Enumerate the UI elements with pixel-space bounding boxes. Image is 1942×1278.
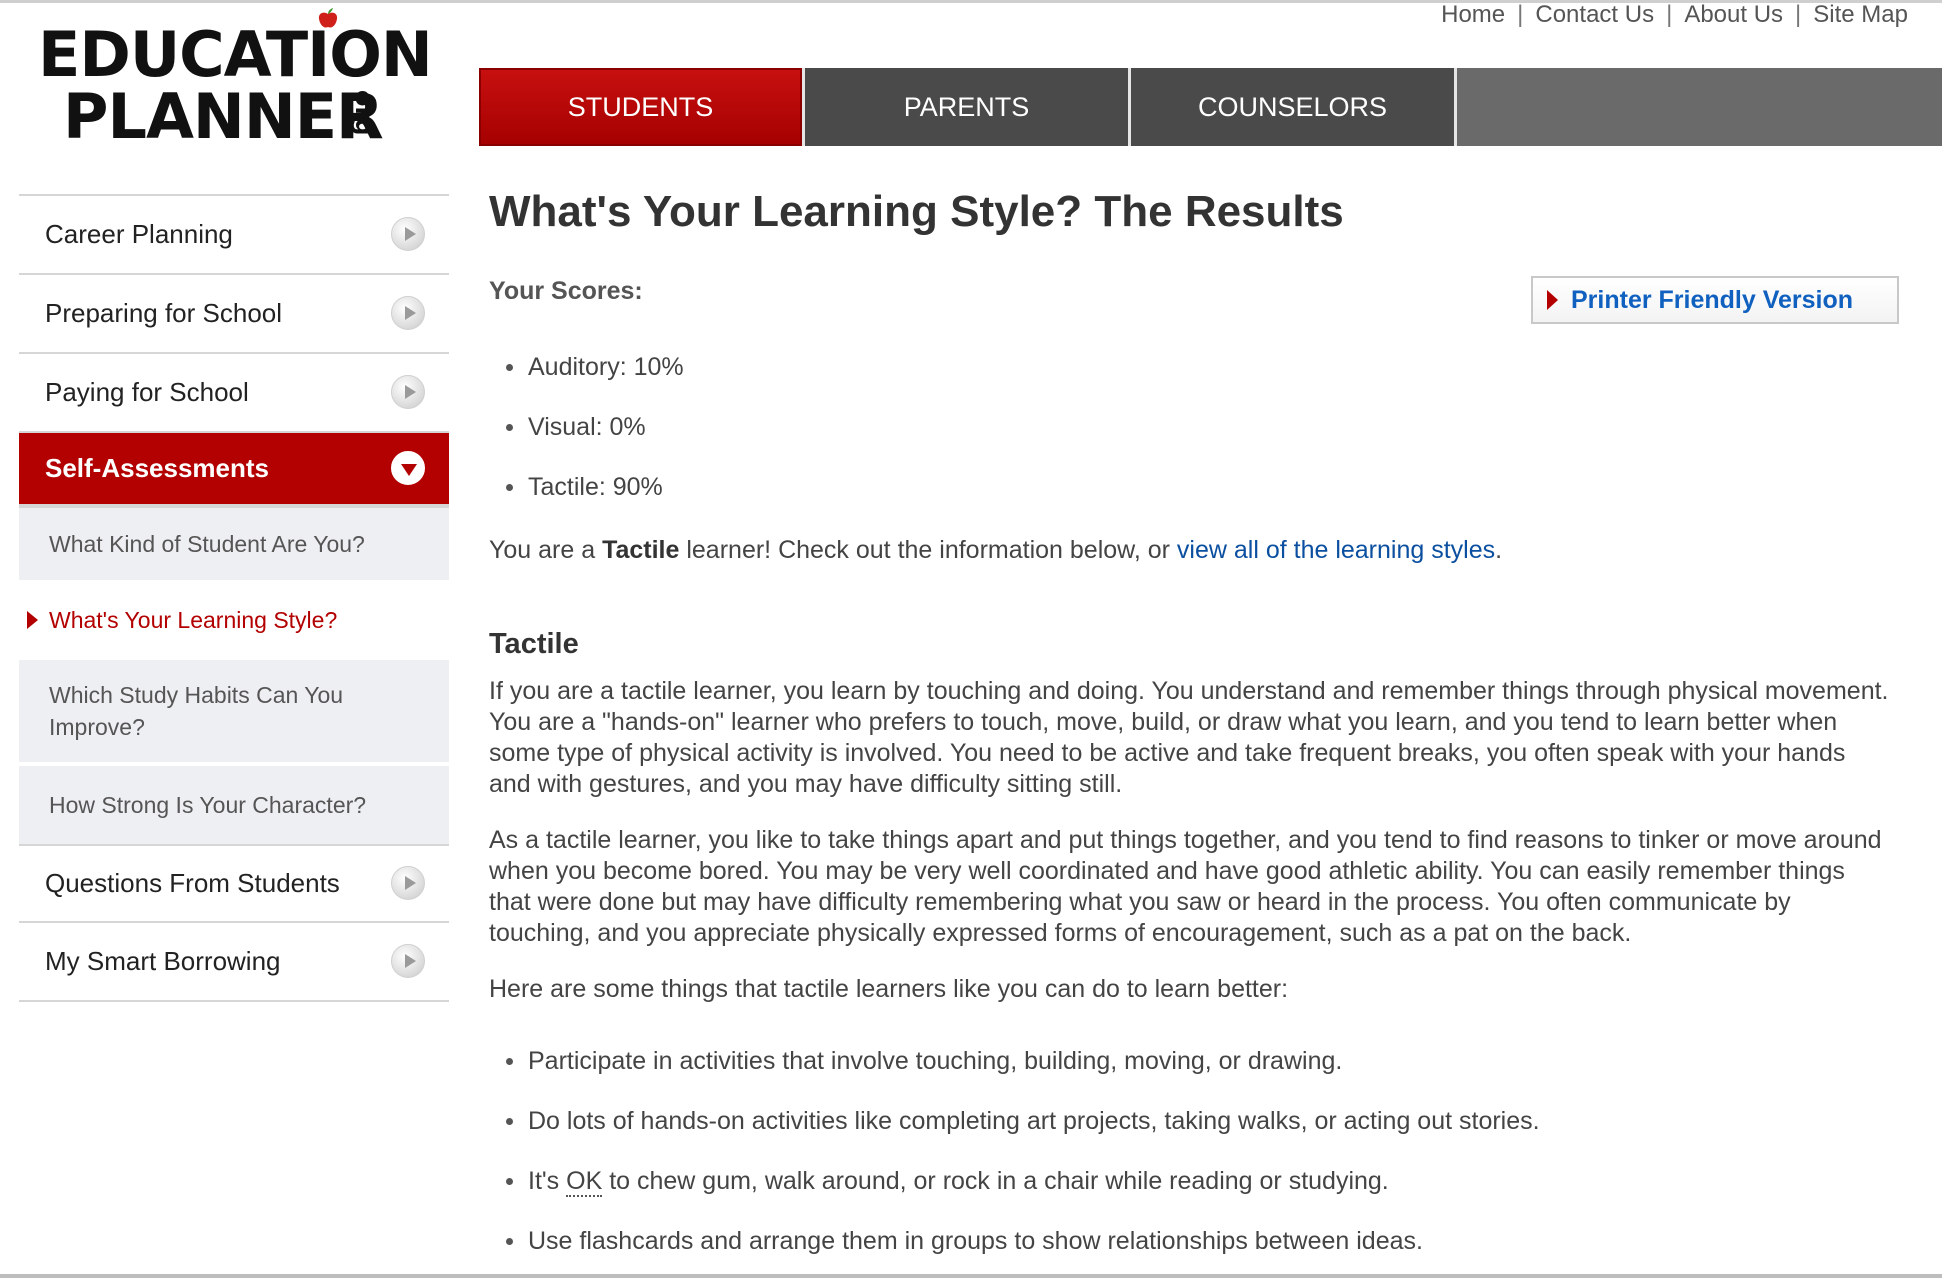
tips-list: Participate in activities that involve t…	[489, 1031, 1540, 1271]
sidebar-nav: Career Planning Preparing for School Pay…	[19, 194, 449, 1002]
sidebar-subitem-label: How Strong Is Your Character?	[49, 792, 367, 818]
chevron-down-icon	[391, 450, 425, 485]
main-tabs: STUDENTS PARENTS COUNSELORS	[479, 68, 1942, 146]
printer-friendly-button[interactable]: Printer Friendly Version	[1531, 276, 1899, 324]
sidebar-item-label: Questions From Students	[45, 868, 340, 898]
sidebar-item-label: Career Planning	[45, 219, 233, 249]
sidebar-item-label: Self-Assessments	[45, 453, 269, 483]
result-middle: learner! Check out the information below…	[679, 536, 1177, 564]
chevron-right-icon	[391, 865, 425, 900]
tip-prefix: It's	[528, 1167, 567, 1195]
sidebar-item-self-assessments[interactable]: Self-Assessments	[19, 433, 449, 508]
sidebar-item-questions-from-students[interactable]: Questions From Students	[19, 844, 449, 923]
sidebar-subitem-label: What's Your Learning Style?	[49, 607, 338, 633]
chevron-right-icon	[391, 374, 425, 409]
logo-text-education: EDUCATION	[38, 18, 433, 91]
site-map-link[interactable]: Site Map	[1813, 1, 1908, 29]
view-all-learning-styles-link[interactable]: view all of the learning styles	[1177, 536, 1495, 564]
utility-nav: Home | Contact Us | About Us | Site Map	[1441, 0, 1908, 30]
chevron-right-icon	[391, 216, 425, 251]
score-item-tactile: Tactile: 90%	[489, 457, 684, 517]
result-suffix: .	[1495, 536, 1503, 564]
separator: |	[1666, 1, 1673, 28]
tab-students[interactable]: STUDENTS	[479, 68, 805, 146]
logo-text-planner: PLANNER	[63, 80, 384, 153]
ok-abbreviation[interactable]: OK	[566, 1167, 603, 1197]
site-logo[interactable]: EDUCATION PLANNER org	[38, 8, 438, 153]
separator: |	[1517, 1, 1524, 28]
section-heading: Tactile	[489, 628, 579, 660]
sidebar-subitem-what-kind-of-student[interactable]: What Kind of Student Are You?	[19, 508, 449, 584]
result-prefix: You are a	[489, 536, 603, 564]
sidebar-item-my-smart-borrowing[interactable]: My Smart Borrowing	[19, 923, 449, 1002]
printer-friendly-label: Printer Friendly Version	[1571, 285, 1854, 314]
sidebar-item-label: Preparing for School	[45, 298, 283, 328]
sidebar-item-label: My Smart Borrowing	[45, 946, 281, 976]
tip-item: Do lots of hands-on activities like comp…	[489, 1091, 1540, 1151]
logo-text-org: org	[350, 90, 378, 136]
sidebar-item-career-planning[interactable]: Career Planning	[19, 196, 449, 275]
play-arrow-icon	[1547, 290, 1558, 310]
result-type: Tactile	[602, 536, 680, 564]
tab-parents[interactable]: PARENTS	[805, 68, 1131, 146]
chevron-right-icon	[391, 943, 425, 978]
score-item-visual: Visual: 0%	[489, 397, 684, 457]
sidebar-item-label: Paying for School	[45, 377, 249, 407]
sidebar-subitem-label: What Kind of Student Are You?	[49, 531, 365, 557]
tip-item: It's OK to chew gum, walk around, or roc…	[489, 1151, 1540, 1211]
sidebar-subitem-character[interactable]: How Strong Is Your Character?	[19, 766, 449, 844]
sidebar-item-paying-for-school[interactable]: Paying for School	[19, 354, 449, 433]
tab-bar-filler	[1457, 68, 1942, 146]
sidebar-subitem-label: Which Study Habits Can You Improve?	[49, 682, 344, 740]
main-content: What's Your Learning Style? The Results …	[489, 184, 1899, 1255]
score-item-auditory: Auditory: 10%	[489, 337, 684, 397]
result-summary: You are a Tactile learner! Check out the…	[489, 536, 1502, 565]
contact-us-link[interactable]: Contact Us	[1535, 1, 1654, 29]
bottom-border	[0, 1274, 1942, 1278]
tip-item: Participate in activities that involve t…	[489, 1031, 1540, 1091]
tactile-traits-paragraph: As a tactile learner, you like to take t…	[489, 826, 1882, 947]
sidebar-subitem-learning-style[interactable]: What's Your Learning Style?	[19, 584, 449, 660]
tip-item: Use flashcards and arrange them in group…	[489, 1211, 1540, 1271]
tactile-description-paragraph: If you are a tactile learner, you learn …	[489, 677, 1889, 798]
separator: |	[1795, 1, 1802, 28]
sidebar-item-preparing-for-school[interactable]: Preparing for School	[19, 275, 449, 354]
tab-counselors[interactable]: COUNSELORS	[1131, 68, 1457, 146]
about-us-link[interactable]: About Us	[1684, 1, 1783, 29]
home-link[interactable]: Home	[1441, 1, 1505, 29]
scores-label: Your Scores:	[489, 277, 643, 305]
scores-list: Auditory: 10% Visual: 0% Tactile: 90%	[489, 337, 684, 517]
page-title: What's Your Learning Style? The Results	[489, 187, 1344, 236]
chevron-right-icon	[391, 295, 425, 330]
tip-suffix: to chew gum, walk around, or rock in a c…	[602, 1167, 1389, 1195]
sidebar-subitem-study-habits[interactable]: Which Study Habits Can You Improve?	[19, 660, 449, 766]
tips-intro-paragraph: Here are some things that tactile learne…	[489, 975, 1289, 1003]
